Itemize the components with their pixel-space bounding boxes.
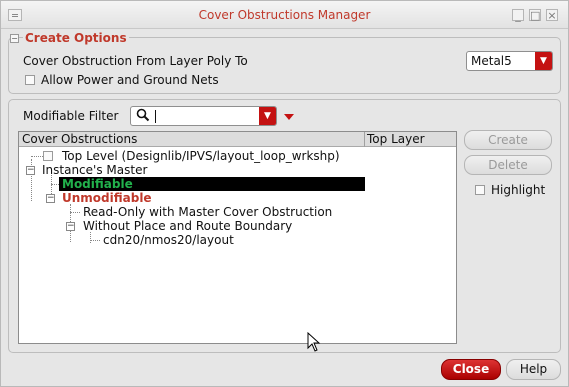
tree-row-selected[interactable]: Modifiable	[59, 177, 365, 191]
collapse-icon[interactable]: −	[26, 166, 35, 175]
maximize-icon[interactable]: □	[529, 9, 541, 22]
tree-line	[70, 212, 80, 213]
close-button[interactable]: Close	[441, 359, 501, 380]
collapse-icon[interactable]: −	[66, 222, 75, 231]
close-button-label: Close	[452, 362, 490, 376]
highlight-checkbox[interactable]	[475, 185, 485, 195]
chevron-down-icon[interactable]: ▼	[535, 52, 552, 70]
mouse-pointer-icon	[307, 331, 321, 355]
delete-button[interactable]: Delete	[464, 155, 552, 175]
highlight-label: Highlight	[491, 183, 546, 197]
layer-select-value: Metal5	[471, 54, 512, 68]
tree-header: Cover Obstructions Top Layer	[19, 132, 456, 147]
cover-obstructions-window: Cover Obstructions Manager _ □ × − Creat…	[0, 0, 569, 387]
filter-input[interactable]: ▼	[130, 106, 277, 126]
tree-line	[90, 232, 91, 243]
create-button[interactable]: Create	[464, 130, 552, 150]
help-button-label: Help	[519, 362, 548, 376]
top-level-checkbox[interactable]	[43, 151, 53, 161]
allow-power-checkbox[interactable]	[25, 75, 35, 85]
tree-row-label: Modifiable	[62, 177, 133, 191]
tree-row-label: cdn20/nmos20/layout	[103, 233, 234, 247]
create-options-legend: Create Options	[23, 31, 129, 45]
collapse-toggle-icon[interactable]: −	[10, 34, 19, 43]
tree-row-label: Unmodifiable	[62, 191, 152, 205]
tree-row-label: Read-Only with Master Cover Obstruction	[83, 205, 333, 219]
close-icon[interactable]: ×	[546, 9, 558, 22]
window-title: Cover Obstructions Manager	[198, 8, 371, 22]
collapse-icon[interactable]: −	[46, 194, 55, 203]
cover-obstruction-label: Cover Obstruction From Layer Poly To	[23, 54, 248, 68]
tree-row-label: Instance's Master	[42, 163, 148, 177]
tree-row-label: Without Place and Route Boundary	[83, 219, 293, 233]
column-separator[interactable]	[364, 132, 365, 147]
tree-line	[31, 156, 43, 157]
text-cursor	[155, 110, 156, 123]
allow-power-label: Allow Power and Ground Nets	[41, 73, 219, 87]
help-button[interactable]: Help	[506, 359, 561, 380]
search-icon	[136, 108, 150, 125]
layer-select[interactable]: Metal5 ▼	[466, 51, 553, 71]
title-bar[interactable]: Cover Obstructions Manager _ □ ×	[1, 1, 568, 29]
tree-row-label: Top Level (Designlib/IPVS/layout_loop_wr…	[62, 149, 340, 163]
minimize-icon[interactable]: _	[512, 9, 524, 22]
filter-menu-icon[interactable]	[284, 114, 294, 120]
tree-line	[90, 240, 100, 241]
cover-obstructions-tree[interactable]: Cover Obstructions Top Layer Top Level (…	[18, 131, 457, 344]
column-top-layer[interactable]: Top Layer	[367, 132, 425, 146]
modifiable-filter-label: Modifiable Filter	[23, 109, 119, 123]
chevron-down-icon[interactable]: ▼	[259, 107, 276, 125]
tree-line	[51, 184, 59, 185]
column-cover-obstructions[interactable]: Cover Obstructions	[22, 132, 137, 146]
